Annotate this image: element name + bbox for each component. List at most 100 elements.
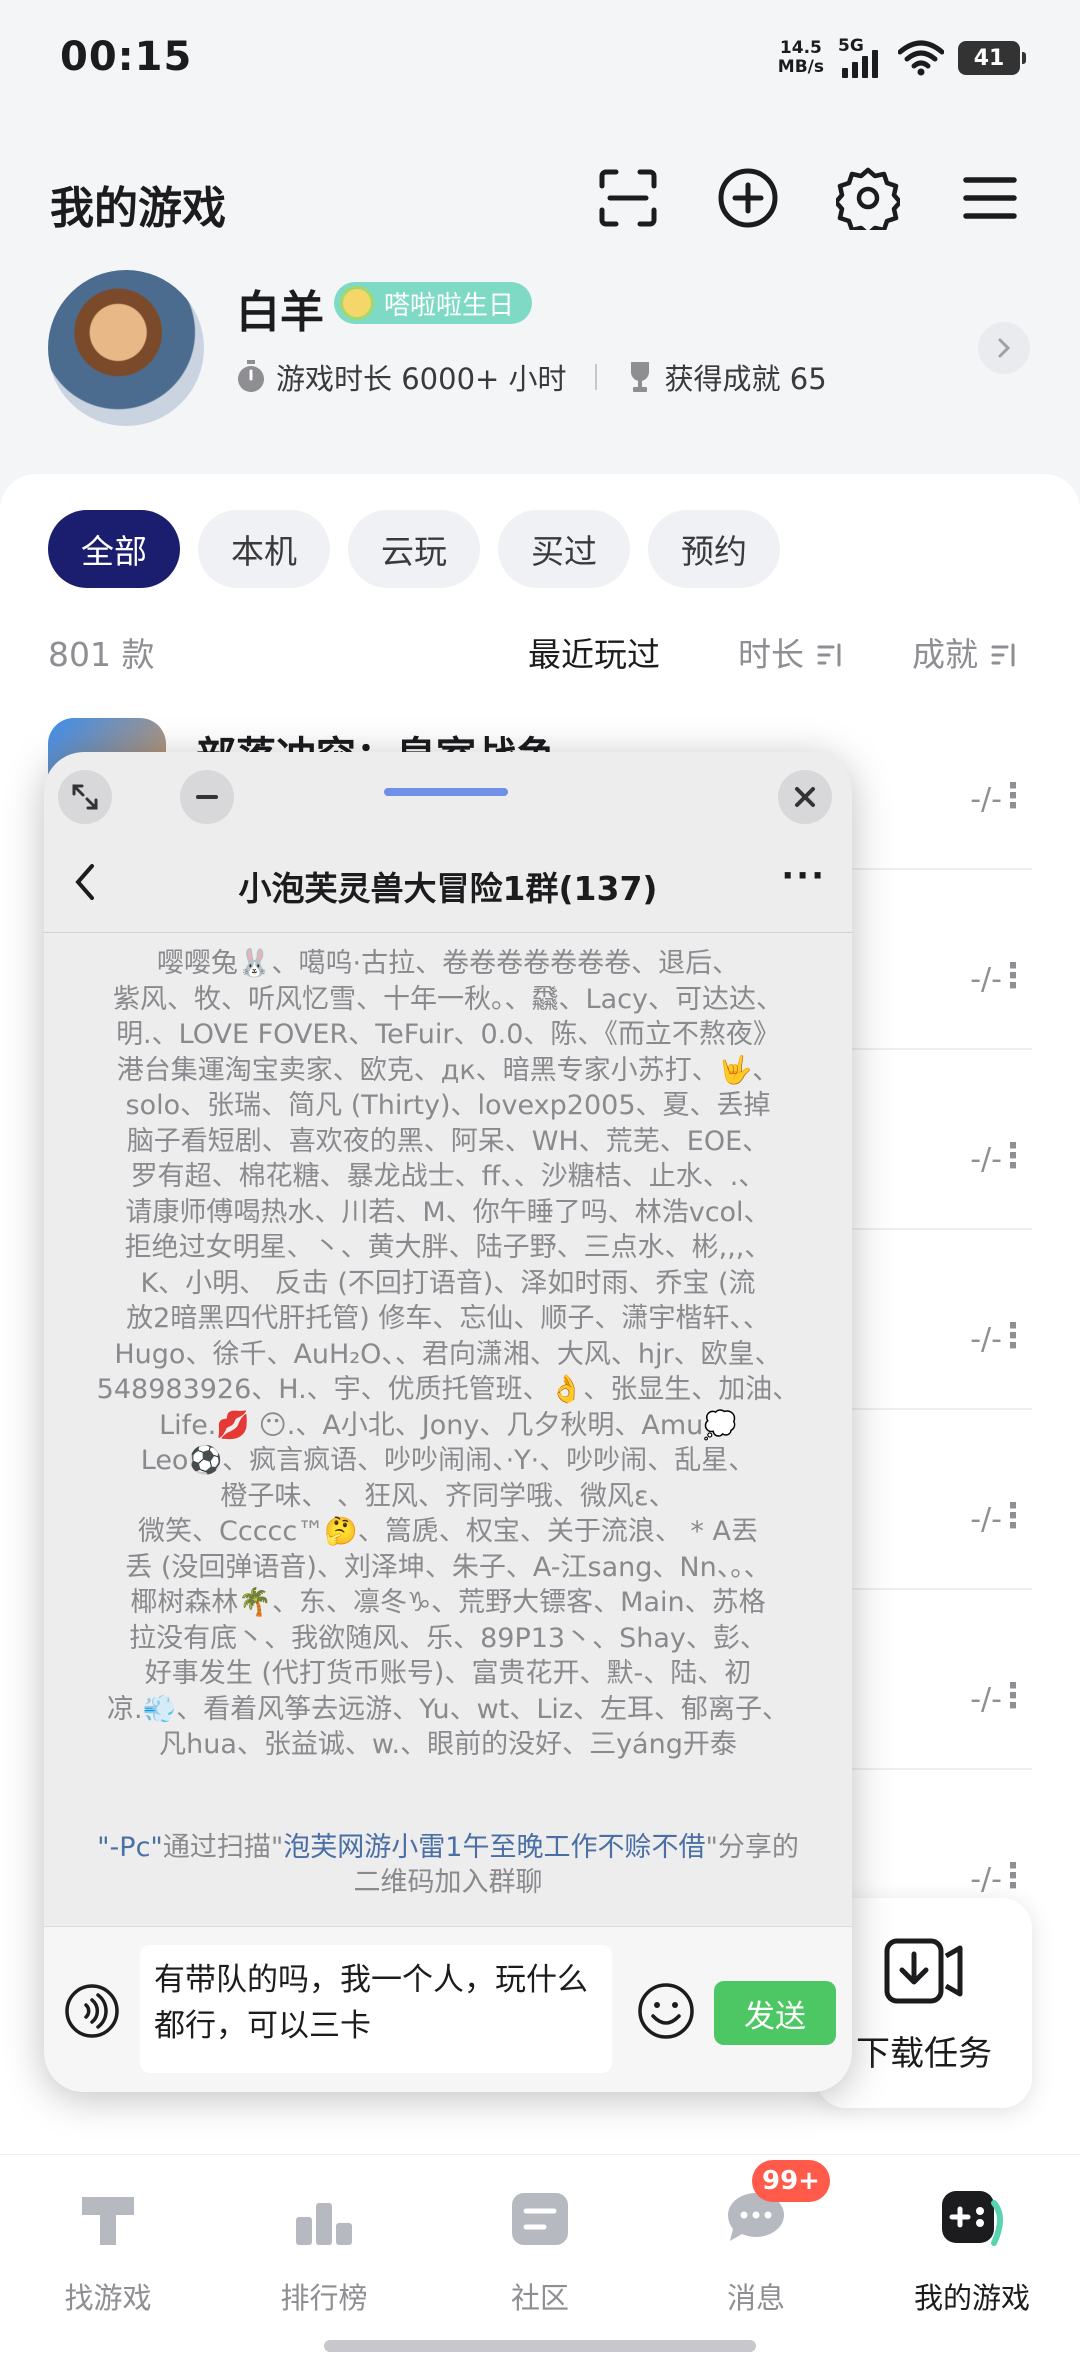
tab-purchased[interactable]: 买过	[498, 510, 630, 588]
join-mid: 通过扫描"	[162, 1832, 284, 1863]
member-line: 脑子看短剧、喜欢夜的黑、阿呆、WH、荒芜、EOE、	[126, 1125, 770, 1157]
scan-icon[interactable]	[596, 166, 660, 230]
find-games-icon	[82, 2197, 134, 2245]
status-time: 00:15	[60, 34, 193, 80]
join-user[interactable]: "-Pc"	[97, 1832, 163, 1863]
badge-label: 嗒啦啦生日	[384, 290, 515, 321]
member-line: 拉没有底丶、我欲随风、乐、89P13丶、Shay、彭、	[129, 1622, 767, 1654]
nav-label: 排行榜	[280, 2281, 368, 2315]
member-line: 紫风、牧、听风忆雪、十年一秋。、飝、Lacy、可达达、	[113, 983, 783, 1015]
member-line: 凡hua、张益诚、w.、眼前的没好、三yáng开泰	[159, 1729, 737, 1760]
tab-cloud[interactable]: 云玩	[348, 510, 480, 588]
tab-all[interactable]: 全部	[48, 510, 180, 588]
avatar[interactable]	[48, 270, 204, 426]
member-line: K、小明、 反击 (不回打语音)、泽如时雨、乔宝 (流	[140, 1267, 756, 1299]
battery-icon: 41	[958, 41, 1026, 75]
voice-icon[interactable]	[64, 1983, 120, 2039]
playtime: 游戏时长 6000+ 小时	[276, 362, 567, 396]
badge-avatar-icon	[340, 286, 374, 320]
sort-achievement[interactable]: 成就	[912, 628, 1017, 676]
member-line: 罗有超、棉花糖、暴龙战士、ff、、沙糖桔、止水、.、	[130, 1161, 766, 1192]
sort-icon	[991, 643, 1014, 667]
ranking-icon	[296, 2203, 352, 2245]
member-line: 548983926、H.、宇、优质托管班、👌、张显生、加油、	[96, 1374, 800, 1405]
game-row-more-icon[interactable]: ⋮	[996, 1676, 1030, 1716]
nav-community[interactable]: 社区	[450, 2183, 630, 2317]
home-indicator[interactable]	[324, 2340, 756, 2352]
nav-label: 消息	[726, 2281, 785, 2315]
member-line: 橙子味、 、狂风、齐同学哦、微风ε、	[220, 1480, 676, 1512]
net-speed-value: 14.5	[779, 38, 822, 58]
messages-count-badge: 99+	[752, 2160, 830, 2202]
community-icon	[512, 2193, 568, 2245]
download-video-icon	[884, 1938, 963, 2004]
member-line: 港台集運淘宝卖家、欧克、дк、暗黑专家小苏打、🤟、	[116, 1054, 780, 1086]
cell-signal-icon: 5G	[838, 36, 884, 80]
game-count: 801 款	[48, 635, 155, 674]
stats-divider	[594, 364, 597, 390]
minimize-icon[interactable]	[180, 770, 234, 824]
gamepad-icon	[942, 2191, 1003, 2246]
member-line: 椰树森林🌴、东、凛冬♑、荒野大镖客、Main、苏格	[130, 1587, 766, 1618]
emoji-icon[interactable]	[636, 1981, 696, 2041]
game-row-more-icon[interactable]: ⋮	[996, 1856, 1030, 1896]
expand-icon[interactable]	[58, 770, 112, 824]
message-input[interactable]: 有带队的吗，我一个人，玩什么都行，可以三卡	[140, 1945, 612, 2073]
nav-label: 找游戏	[64, 2281, 152, 2315]
member-line: 好事发生 (代打货币账号)、富贵花开、默-、陆、初	[144, 1658, 752, 1689]
game-row-more-icon[interactable]: ⋮	[996, 1136, 1030, 1176]
menu-icon[interactable]	[958, 166, 1022, 230]
join-inviter[interactable]: 泡芙网游小雷1午至晚工作不赊不借	[283, 1832, 705, 1863]
add-icon[interactable]	[716, 166, 780, 230]
nav-rankings[interactable]: 排行榜	[234, 2183, 414, 2317]
chat-header-divider	[44, 932, 852, 933]
tab-reserved[interactable]: 预约	[648, 510, 780, 588]
member-line: 凉.💨、看着风筝去远游、Yu、wt、Liz、左耳、郁离子、	[106, 1693, 790, 1725]
send-button[interactable]: 发送	[714, 1981, 836, 2045]
member-line: 嘤嘤兔🐰、噶呜·古拉、卷卷卷卷卷卷卷、退后、	[156, 948, 740, 979]
nav-my-games[interactable]: 我的游戏	[882, 2183, 1062, 2317]
sort-duration-label: 时长	[738, 635, 804, 674]
chat-title: 小泡芙灵兽大冒险1群(137)	[238, 869, 658, 908]
member-line: solo、张瑞、简凡 (Thirty)、lovexp2005、夏、丢掉	[125, 1090, 771, 1121]
sort-icon	[817, 643, 840, 667]
net-speed: 14.5 MB/s	[778, 39, 824, 77]
sort-recent[interactable]: 最近玩过	[528, 628, 660, 676]
member-line: Life.💋 😶.、A小北、Jony、几夕秋明、Amu💭	[159, 1409, 737, 1441]
member-line: Hugo、徐千、AuH₂O、、君向潇湘、大风、hjr、欧皇、	[114, 1338, 782, 1370]
stopwatch-icon	[238, 360, 264, 392]
game-row-more-icon[interactable]: ⋮	[996, 776, 1030, 816]
member-line: 拒绝过女明星、丶、黄大胖、陆子野、三点水、彬,,,、	[124, 1232, 772, 1263]
member-line: 明.、LOVE FOVER、TeFuir、0.0、陈、《而立不熬夜》	[116, 1019, 780, 1050]
profile-stats: 游戏时长 6000+ 小时 获得成就 65	[236, 356, 827, 398]
status-icons: 14.5 MB/s 5G 41	[778, 34, 1026, 82]
more-options-icon[interactable]: ···	[781, 856, 826, 896]
username[interactable]: 白羊	[236, 276, 324, 340]
join-notice: "-Pc"通过扫描"泡芙网游小雷1午至晚工作不赊不借"分享的二维码加入群聊	[84, 1830, 812, 1900]
trophy-icon	[630, 362, 649, 392]
drag-handle[interactable]	[384, 788, 508, 796]
message-composer: 有带队的吗，我一个人，玩什么都行，可以三卡 发送	[44, 1926, 852, 2092]
sort-duration[interactable]: 时长	[738, 628, 843, 676]
game-row-more-icon[interactable]: ⋮	[996, 956, 1030, 996]
floating-chat-window[interactable]: 小泡芙灵兽大冒险1群(137) ··· 嘤嘤兔🐰、噶呜·古拉、卷卷卷卷卷卷卷、退…	[44, 752, 852, 2092]
game-row-more-icon[interactable]: ⋮	[996, 1316, 1030, 1356]
member-line: 放2暗黑四代肝托管) 修车、忘仙、顺子、潇宇楷轩、、	[126, 1303, 770, 1334]
game-row-more-icon[interactable]: ⋮	[996, 1496, 1030, 1536]
member-join-list: 嘤嘤兔🐰、噶呜·古拉、卷卷卷卷卷卷卷、退后、紫风、牧、听风忆雪、十年一秋。、飝、…	[84, 946, 812, 1763]
wifi-icon	[898, 40, 944, 76]
tab-local[interactable]: 本机	[198, 510, 330, 588]
achievements: 获得成就 65	[664, 362, 827, 396]
net-speed-unit: MB/s	[777, 57, 824, 77]
member-line: 请康师傅喝热水、川若、M、你午睡了吗、林浩vcol、	[125, 1196, 771, 1228]
close-icon[interactable]	[778, 770, 832, 824]
nav-find-games[interactable]: 找游戏	[18, 2183, 198, 2317]
profile-badge[interactable]: 嗒啦啦生日	[334, 282, 533, 324]
profile-chevron-icon[interactable]	[978, 322, 1030, 374]
nav-label: 我的游戏	[913, 2281, 1030, 2315]
nav-messages[interactable]: 消息	[666, 2183, 846, 2317]
settings-gear-icon[interactable]	[836, 166, 900, 230]
member-line: 丢 (没回弹语音)、刘泽坤、朱子、A-江sang、Nn、。、	[125, 1551, 771, 1583]
sort-achievement-label: 成就	[912, 635, 978, 674]
member-line: 微笑、Ccccc™🤔、篙虒、权宝、关于流浪、 * A丟	[138, 1516, 758, 1547]
